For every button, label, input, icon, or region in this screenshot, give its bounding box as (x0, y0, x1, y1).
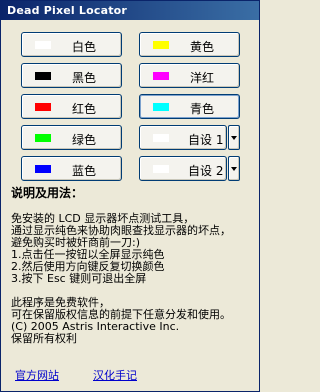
title-bar[interactable]: Dead Pixel Locator (1, 1, 259, 20)
yellow-swatch (153, 41, 169, 49)
white-button-label: 白色 (72, 40, 97, 54)
window-title: Dead Pixel Locator (7, 4, 128, 17)
custom-2-button[interactable]: 自设 2 (139, 156, 227, 181)
black-swatch (35, 72, 51, 80)
blue-button[interactable]: 蓝色 (21, 156, 122, 181)
magenta-button-label: 洋红 (190, 71, 215, 85)
black-button[interactable]: 黑色 (21, 63, 122, 88)
custom-1-swatch (153, 134, 169, 142)
usage-line: 3.按下 Esc 键则可退出全屏 (11, 272, 147, 285)
official-site-link[interactable]: 官方网站 (15, 367, 59, 383)
black-button-label: 黑色 (72, 71, 97, 85)
custom-1-button[interactable]: 自设 1 (139, 125, 227, 150)
green-swatch (35, 134, 51, 142)
magenta-button[interactable]: 洋红 (139, 63, 240, 88)
custom-1-dropdown-button[interactable] (228, 125, 240, 150)
cyan-button-label: 青色 (190, 102, 215, 116)
green-button-label: 绿色 (72, 133, 97, 147)
cyan-button[interactable]: 青色 (139, 94, 240, 119)
red-button-label: 红色 (72, 102, 97, 116)
white-swatch (35, 41, 51, 49)
white-button[interactable]: 白色 (21, 32, 122, 57)
blue-button-label: 蓝色 (72, 164, 97, 178)
chevron-down-icon (231, 167, 237, 171)
yellow-button[interactable]: 黄色 (139, 32, 240, 57)
about-line: 保留所有权利 (11, 332, 77, 345)
red-button[interactable]: 红色 (21, 94, 122, 119)
custom-2-button-label: 自设 2 (188, 164, 224, 178)
localization-notes-link[interactable]: 汉化手记 (93, 367, 137, 383)
custom-1-button-label: 自设 1 (188, 133, 224, 147)
blue-swatch (35, 165, 51, 173)
yellow-button-label: 黄色 (190, 40, 215, 54)
red-swatch (35, 103, 51, 111)
usage-heading: 说明及用法： (11, 186, 84, 200)
magenta-swatch (153, 72, 169, 80)
green-button[interactable]: 绿色 (21, 125, 122, 150)
custom-2-dropdown-button[interactable] (228, 156, 240, 181)
cyan-swatch (153, 103, 169, 111)
chevron-down-icon (231, 136, 237, 140)
app-window: Dead Pixel Locator 白色 黄色 黑色 洋红 红色 青色 绿色 … (0, 0, 260, 392)
custom-2-swatch (153, 165, 169, 173)
